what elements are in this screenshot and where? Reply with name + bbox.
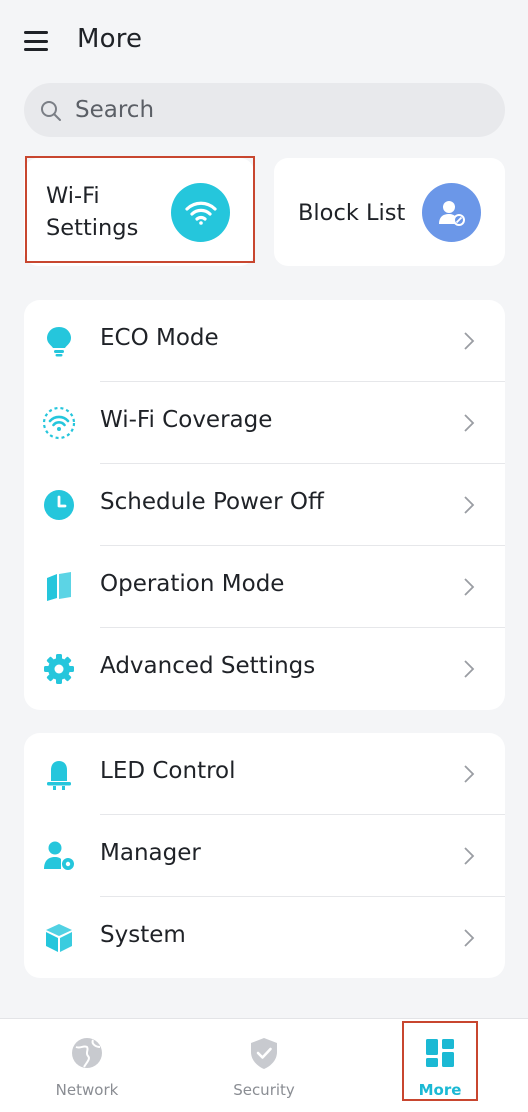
wifi-coverage-icon [42,406,76,440]
menu-item-label: Advanced Settings [100,653,316,679]
menu-item-eco-mode[interactable]: ECO Mode [24,300,505,382]
menu-item-advanced-settings[interactable]: Advanced Settings [24,628,505,710]
page-title: More [77,24,143,54]
book-icon [47,572,71,601]
menu-group-main: ECO Mode Wi-Fi Coverage Schedule Power O… [24,300,505,710]
shield-icon [251,1038,277,1069]
user-settings-icon [44,841,74,870]
block-list-card[interactable]: Block List [274,158,505,266]
chevron-right-icon [464,847,475,865]
wifi-settings-card[interactable]: Wi-Fi Settings [24,158,254,266]
chevron-right-icon [464,929,475,947]
tab-label: More [418,1081,462,1099]
cube-icon [46,924,72,952]
tab-label: Network [55,1081,119,1099]
search-input[interactable] [75,95,475,125]
grid-icon [426,1039,454,1067]
chevron-right-icon [464,765,475,783]
menu-item-label: Operation Mode [100,571,285,597]
led-icon [47,761,71,790]
tab-network[interactable]: Network [17,1019,157,1112]
menu-item-manager[interactable]: Manager [24,815,505,897]
menu-item-led-control[interactable]: LED Control [24,733,505,815]
menu-item-schedule-power-off[interactable]: Schedule Power Off [24,464,505,546]
wifi-icon [171,183,230,242]
menu-item-label: ECO Mode [100,325,219,351]
menu-item-label: Manager [100,840,201,866]
menu-item-operation-mode[interactable]: Operation Mode [24,546,505,628]
menu-group-system: LED Control Manager System [24,733,505,978]
tab-label: Security [233,1081,295,1099]
chevron-right-icon [464,660,475,678]
tab-more[interactable]: More [370,1019,510,1112]
user-block-icon [422,183,481,242]
menu-item-label: Wi-Fi Coverage [100,407,273,433]
search-icon [41,101,61,121]
lightbulb-icon [47,327,71,357]
block-list-label: Block List [298,200,406,226]
menu-item-label: LED Control [100,758,236,784]
tab-security[interactable]: Security [194,1019,334,1112]
clock-icon [44,490,74,520]
menu-item-label: Schedule Power Off [100,489,324,515]
menu-item-label: System [100,922,186,948]
menu-item-system[interactable]: System [24,897,505,979]
chevron-right-icon [464,496,475,514]
chevron-right-icon [464,414,475,432]
menu-item-wifi-coverage[interactable]: Wi-Fi Coverage [24,382,505,464]
chevron-right-icon [464,332,475,350]
gear-icon [44,654,74,684]
chevron-right-icon [464,578,475,596]
bottom-tab-bar: Network Security More [0,1018,528,1112]
header: More [0,0,528,82]
wifi-settings-label: Wi-Fi Settings [46,183,139,241]
hamburger-menu-icon[interactable] [24,31,48,51]
globe-icon [72,1038,102,1068]
